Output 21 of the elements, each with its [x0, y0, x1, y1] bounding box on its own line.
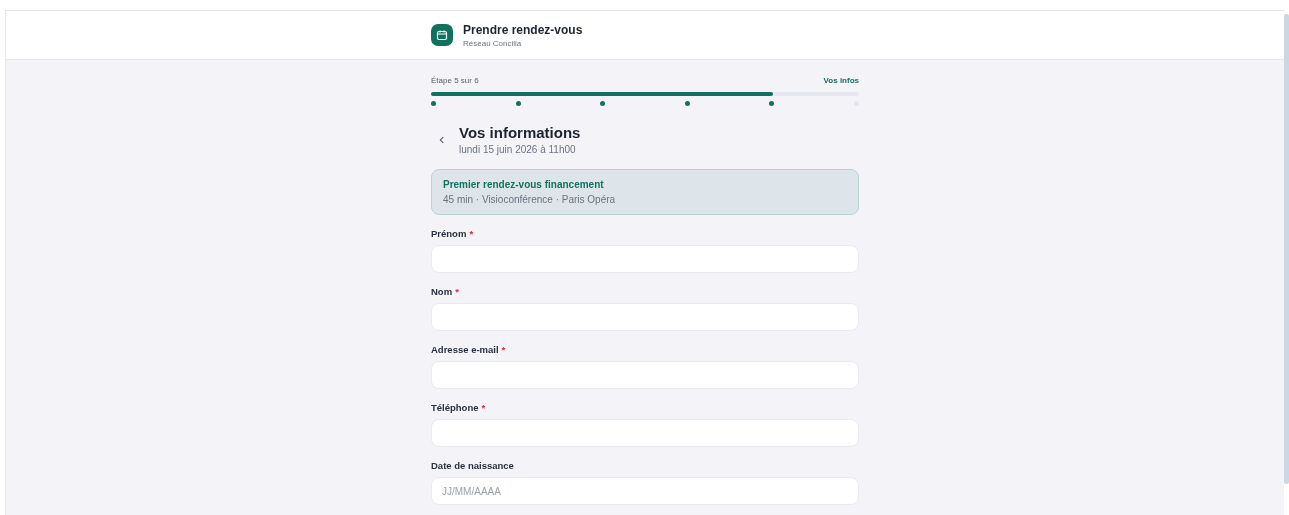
- field-label: Adresse e-mail: [431, 344, 499, 355]
- chevron-left-icon: [437, 134, 447, 145]
- field-label: Nom: [431, 286, 453, 297]
- header-title: Prendre rendez-vous: [463, 22, 583, 37]
- scrollbar[interactable]: [1284, 14, 1289, 484]
- required-mark: *: [469, 228, 474, 239]
- header-subtitle: Réseau Concilia: [463, 38, 523, 48]
- field-label: Prénom: [431, 228, 467, 239]
- step-counter: Étape 5 sur 6: [431, 76, 479, 85]
- page-title: Vos informations: [459, 124, 581, 141]
- field-label: Date de naissance: [431, 460, 514, 471]
- required-mark: *: [501, 344, 506, 355]
- required-mark: *: [481, 402, 486, 413]
- appointment-details: 45 min · Visioconférence · Paris Opéra: [443, 194, 617, 205]
- current-step-label: Vos infos: [823, 76, 859, 85]
- appointment-title: Premier rendez-vous financement: [443, 179, 605, 190]
- input-field[interactable]: JJ/MM/AAAA: [431, 477, 859, 505]
- calendar-icon: [431, 24, 453, 46]
- field-label: Téléphone: [431, 402, 479, 413]
- required-mark: *: [455, 286, 459, 297]
- appointment-date: lundi 15 juin 2026 à 11h00: [459, 144, 577, 155]
